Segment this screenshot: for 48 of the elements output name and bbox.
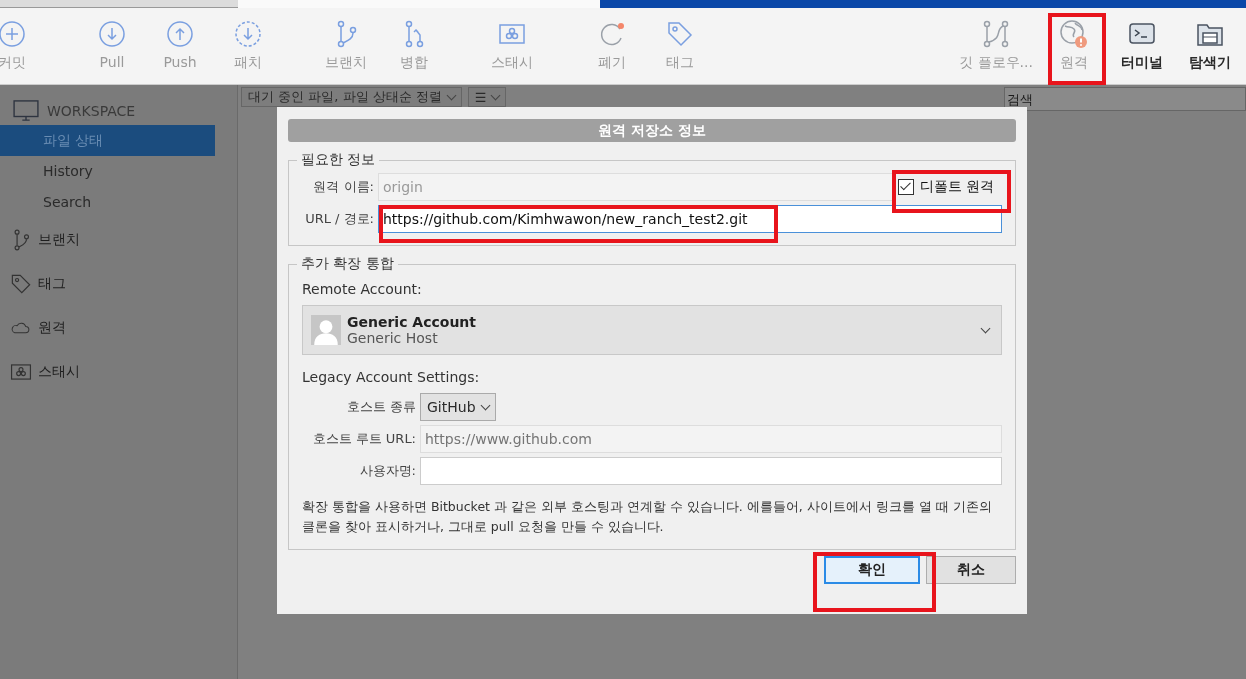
sidebar-section[interactable]: 스태시 <box>38 363 80 381</box>
field-label: Remote Account: <box>302 280 423 299</box>
group-label: 추가 확장 통합 <box>297 255 398 273</box>
checkbox[interactable]: 디폴트 원격 <box>898 178 1002 196</box>
account-dropdown[interactable]: Generic Account Generic Host <box>302 305 1002 355</box>
sidebar-section[interactable]: 원격 <box>38 319 66 337</box>
host-type-dropdown[interactable]: GitHub <box>420 393 496 421</box>
toolbar-button[interactable]: 터미널 <box>1108 8 1176 84</box>
sidebar-item[interactable]: History <box>0 156 215 187</box>
input-field[interactable]: https://www.github.com <box>420 425 1002 453</box>
input-field[interactable] <box>420 457 1002 485</box>
tag-icon <box>666 20 694 48</box>
field-label: 사용자명: <box>358 462 416 480</box>
dialog-title: 원격 저장소 정보 <box>288 119 1016 142</box>
sidebar-section[interactable]: 브랜치 <box>38 231 80 249</box>
sidebar-item[interactable]: Search <box>0 187 215 218</box>
field-label: URL / 경로: <box>304 210 374 228</box>
arrow-down-icon <box>98 20 126 48</box>
field-label: 호스트 루트 URL: <box>311 430 416 448</box>
undo-icon <box>598 20 626 48</box>
sort-dropdown[interactable]: 대기 중인 파일, 파일 상태순 정렬 <box>241 87 462 107</box>
field-label: Legacy Account Settings: <box>302 368 481 387</box>
section-heading: WORKSPACE <box>47 103 136 119</box>
help-text: 확장 통합을 사용하면 Bitbucket 과 같은 외부 호스팅과 연계할 수 있습니다. 에를들어, 사이트에서 링크를 열 때 기존의 클론을 찾아 표시하거나, 그대로 pull 요청을 만들 수 있습니다. <box>302 498 993 536</box>
tag-icon <box>10 273 32 295</box>
plus-icon <box>0 20 26 48</box>
monitor-icon <box>13 100 39 122</box>
view-dropdown[interactable]: ☰ <box>467 87 507 107</box>
dialog-button[interactable]: 취소 <box>926 556 1016 584</box>
group-label: 필요한 정보 <box>297 151 380 169</box>
sidebar-section[interactable]: 태그 <box>38 275 66 293</box>
highlight-frame <box>1048 13 1106 85</box>
arrow-down-icon <box>234 20 262 48</box>
flow-icon <box>982 20 1010 48</box>
input-field[interactable]: origin <box>378 173 894 201</box>
field-label: 원격 이름: <box>312 178 374 196</box>
window-tab[interactable] <box>0 0 238 8</box>
account-host: Generic Host <box>347 330 439 346</box>
field-label: 호스트 종류 <box>345 398 416 416</box>
sidebar-item[interactable]: 파일 상태 <box>0 125 215 156</box>
arrow-up-icon <box>166 20 194 48</box>
stash-icon <box>10 361 32 383</box>
search-field[interactable]: 검색 <box>1004 87 1246 111</box>
dialog-button[interactable]: 확인 <box>824 556 920 584</box>
account-name: Generic Account <box>347 314 477 330</box>
toolbar-button[interactable]: 탐색기 <box>1176 8 1244 84</box>
avatar-icon <box>311 315 341 345</box>
window-tab[interactable] <box>238 0 600 8</box>
